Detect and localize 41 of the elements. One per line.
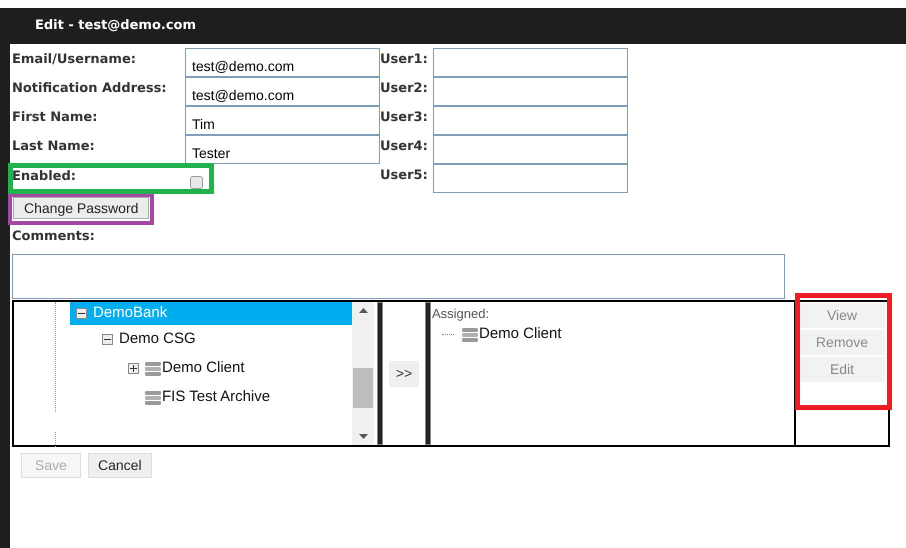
field-label: Notification Address:: [12, 80, 168, 98]
tree-item[interactable]: Demo CSG: [96, 325, 352, 354]
text-field[interactable]: Tim: [185, 106, 380, 135]
list-item[interactable]: Demo Client: [462, 323, 562, 346]
checkbox[interactable]: [190, 176, 203, 189]
text-field[interactable]: test@demo.com: [185, 77, 380, 106]
field-label: Comments:: [12, 229, 95, 244]
field-label: User2:: [380, 80, 429, 98]
field-label: Enabled:: [12, 168, 76, 185]
move-button[interactable]: >>: [389, 360, 419, 386]
text-field[interactable]: [433, 48, 628, 77]
field-label: Last Name:: [12, 138, 96, 156]
scroll-down-icon[interactable]: [358, 434, 368, 439]
text-field[interactable]: [433, 135, 628, 164]
list-heading: Assigned:: [432, 305, 490, 323]
field-label: Email/Username:: [12, 51, 137, 69]
window-title: Edit - test@demo.com: [35, 17, 196, 36]
change-password-button[interactable]: Change Password: [13, 197, 150, 219]
text-field[interactable]: Tester: [185, 135, 380, 164]
tree-item[interactable]: Demo Client: [122, 354, 352, 383]
field-label: User5:: [380, 167, 429, 185]
field-label: User4:: [380, 138, 429, 156]
scrollbar[interactable]: [352, 302, 374, 445]
text-field[interactable]: [433, 106, 628, 135]
database-icon: [145, 360, 161, 376]
cancel-button[interactable]: Cancel: [88, 453, 152, 478]
text-field[interactable]: test@demo.com: [185, 48, 380, 77]
field-label: User1:: [380, 51, 429, 69]
expand-icon[interactable]: [128, 363, 139, 374]
collapse-icon[interactable]: [76, 308, 87, 319]
text-field[interactable]: [433, 77, 628, 106]
database-icon: [145, 390, 161, 406]
field-label: First Name:: [12, 109, 98, 127]
database-icon: [462, 326, 478, 342]
text-field[interactable]: [433, 164, 628, 193]
scroll-up-icon[interactable]: [358, 308, 368, 313]
scroll-thumb[interactable]: [353, 368, 373, 408]
collapse-icon[interactable]: [102, 334, 113, 345]
field-label: User3:: [380, 109, 429, 127]
tree-item[interactable]: FIS Test Archive: [122, 383, 352, 412]
comments-field[interactable]: [12, 254, 785, 299]
